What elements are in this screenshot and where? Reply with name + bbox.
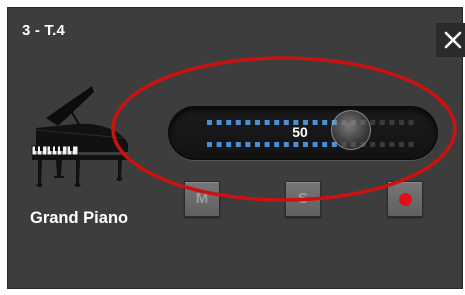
grand-piano-icon [28,86,138,196]
led-dot [255,120,260,125]
led-dot [293,142,299,147]
led-dot [408,120,414,125]
led-dot [255,142,260,147]
record-icon [399,193,412,206]
led-dot [264,142,270,147]
led-dot [370,120,376,125]
led-dot [303,142,308,147]
led-dot [399,120,404,125]
record-button[interactable] [387,181,423,217]
led-dot [322,120,328,125]
led-dot [379,142,385,147]
mute-label: M [195,190,209,207]
solo-label: S [297,190,308,207]
led-dot [322,142,328,147]
led-dot [245,142,251,147]
volume-value: 50 [292,124,308,140]
track-title: 3 - T.4 [22,22,66,39]
led-dot [370,142,376,147]
led-dot [283,142,289,147]
led-dot [389,120,395,125]
led-dot [245,120,251,125]
led-dot [408,142,414,147]
instrument-name: Grand Piano [30,209,129,227]
led-dot [264,120,270,125]
led-dot [312,142,318,147]
led-dot [389,142,395,147]
led-dot [274,142,280,147]
led-dot [235,120,241,125]
led-dot [216,142,222,147]
solo-button[interactable]: S [285,181,321,217]
volume-slider-knob[interactable] [331,110,371,150]
mute-button[interactable]: M [184,181,220,217]
led-dot [207,142,212,147]
led-dot [235,142,241,147]
led-dot [207,120,212,125]
led-dot [379,120,385,125]
led-dot [216,120,222,125]
led-dot [226,120,232,125]
led-dot [226,142,232,147]
led-dot [399,142,404,147]
close-button[interactable] [436,23,465,57]
close-icon [444,31,462,49]
